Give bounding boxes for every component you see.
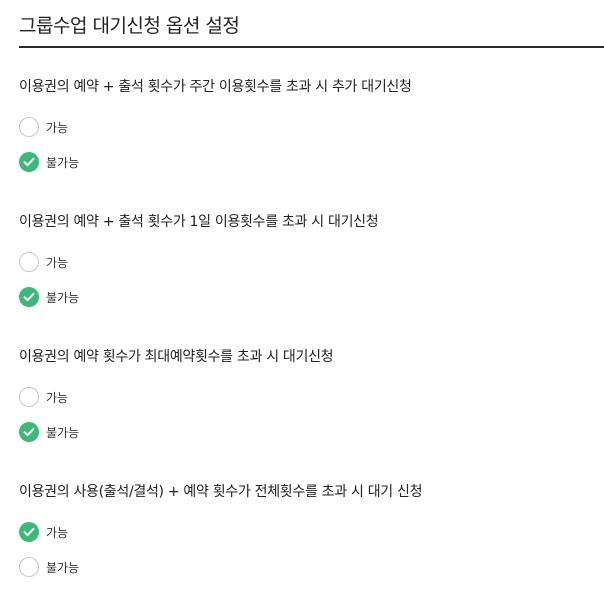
- radio-option-label: 가능: [46, 525, 69, 540]
- page-title: 그룹수업 대기신청 옵션 설정: [19, 15, 240, 37]
- section-question: 이용권의 예약 횟수가 최대예약횟수를 초과 시 대기신청: [19, 349, 334, 365]
- radio-button[interactable]: [19, 252, 39, 272]
- section-question: 이용권의 예약 + 출석 횟수가 1일 이용횟수를 초과 시 대기신청: [19, 214, 379, 230]
- option-section-total-count: 이용권의 사용(출석/결석) + 예약 횟수가 전체횟수를 초과 시 대기 신청…: [19, 482, 599, 577]
- radio-option-impossible[interactable]: 불가능: [19, 151, 79, 173]
- checkmark-icon: [23, 157, 35, 167]
- radio-option-impossible[interactable]: 불가능: [19, 286, 79, 308]
- checkmark-icon: [23, 427, 35, 437]
- checkmark-icon: [23, 292, 35, 302]
- option-section-daily-limit: 이용권의 예약 + 출석 횟수가 1일 이용횟수를 초과 시 대기신청 가능 불…: [19, 212, 599, 307]
- radio-button[interactable]: [19, 422, 39, 442]
- radio-option-possible[interactable]: 가능: [19, 251, 68, 273]
- radio-option-possible[interactable]: 가능: [19, 521, 68, 543]
- radio-option-impossible[interactable]: 불가능: [19, 556, 79, 578]
- radio-option-label: 불가능: [46, 425, 80, 440]
- checkmark-icon: [23, 527, 35, 537]
- section-question: 이용권의 사용(출석/결석) + 예약 횟수가 전체횟수를 초과 시 대기 신청: [19, 484, 423, 500]
- radio-option-label: 불가능: [46, 155, 80, 170]
- radio-option-label: 가능: [46, 390, 69, 405]
- radio-button[interactable]: [19, 152, 39, 172]
- option-section-max-reservation: 이용권의 예약 횟수가 최대예약횟수를 초과 시 대기신청 가능 불가능: [19, 347, 599, 442]
- radio-button[interactable]: [19, 287, 39, 307]
- radio-button[interactable]: [19, 117, 39, 137]
- radio-button[interactable]: [19, 522, 39, 542]
- radio-option-label: 불가능: [46, 290, 80, 305]
- page-header: 그룹수업 대기신청 옵션 설정: [19, 0, 604, 48]
- radio-option-label: 불가능: [46, 560, 80, 575]
- radio-option-impossible[interactable]: 불가능: [19, 421, 79, 443]
- radio-option-label: 가능: [46, 120, 69, 135]
- radio-option-possible[interactable]: 가능: [19, 116, 68, 138]
- radio-button[interactable]: [19, 387, 39, 407]
- radio-option-label: 가능: [46, 255, 69, 270]
- radio-button[interactable]: [19, 557, 39, 577]
- option-section-weekly-limit: 이용권의 예약 + 출석 횟수가 주간 이용횟수를 초과 시 추가 대기신청 가…: [19, 77, 599, 172]
- radio-option-possible[interactable]: 가능: [19, 386, 68, 408]
- section-question: 이용권의 예약 + 출석 횟수가 주간 이용횟수를 초과 시 추가 대기신청: [19, 79, 412, 95]
